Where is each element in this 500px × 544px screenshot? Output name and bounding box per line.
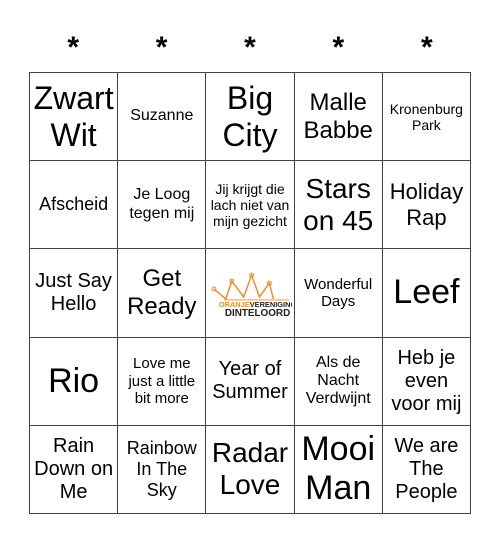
free-space-logo-cell[interactable]: ORANJEVERENIGING DINTELOORD xyxy=(206,249,295,338)
cell-label: Kronenburg Park xyxy=(389,100,463,133)
bingo-cell[interactable]: Je Loog tegen mij xyxy=(118,161,207,250)
bingo-cell[interactable]: We are The People xyxy=(382,425,471,514)
bingo-cell[interactable]: Als de Nacht Verdwijnt xyxy=(294,337,383,426)
bingo-cell[interactable]: Rain Down on Me xyxy=(30,425,119,514)
bingo-cell[interactable]: Wonderful Days xyxy=(294,249,383,338)
bingo-cell[interactable]: Year of Summer xyxy=(206,337,295,426)
logo-text-bottom: DINTELOORD xyxy=(225,308,290,317)
cell-label: Heb je even voor mij xyxy=(391,346,462,415)
cell-label: Mooi Man xyxy=(301,430,376,508)
bingo-cell[interactable]: Mooi Man xyxy=(294,425,383,514)
cell-label: Stars on 45 xyxy=(303,172,374,236)
bingo-card: Zwart Wit Suzanne Big City Malle Babbe Krone… xyxy=(29,72,471,514)
cell-label: Rainbow In The Sky xyxy=(126,438,197,500)
cell-label: Rio xyxy=(48,361,100,400)
bingo-cell[interactable]: Big City xyxy=(206,73,295,162)
cell-label: Zwart Wit xyxy=(33,79,114,153)
cell-label: Year of Summer xyxy=(212,358,288,404)
bingo-header: * * * * * xyxy=(29,28,471,68)
cell-label: Je Loog tegen mij xyxy=(129,186,195,222)
header-star: * xyxy=(155,31,168,64)
header-star: * xyxy=(332,31,345,64)
bingo-cell[interactable]: Kronenburg Park xyxy=(382,73,471,162)
bingo-cell[interactable]: Just Say Hello xyxy=(30,249,119,338)
header-star: * xyxy=(67,31,80,64)
bingo-cell[interactable]: Rainbow In The Sky xyxy=(118,425,207,514)
bingo-cell[interactable]: Radar Love xyxy=(206,425,295,514)
bingo-cell[interactable]: Zwart Wit xyxy=(30,73,119,162)
bingo-cell[interactable]: Holiday Rap xyxy=(382,161,471,250)
bingo-cell[interactable]: Heb je even voor mij xyxy=(382,337,471,426)
bingo-cell[interactable]: Jij krijgt die lach niet van mijn gezich… xyxy=(206,161,295,250)
bingo-cell[interactable]: Malle Babbe xyxy=(294,73,383,162)
cell-label: We are The People xyxy=(394,434,459,503)
cell-label: Suzanne xyxy=(130,107,194,125)
header-star: * xyxy=(244,31,256,64)
cell-label: Holiday Rap xyxy=(389,179,464,230)
bingo-cell[interactable]: Rio xyxy=(30,337,119,426)
cell-label: Just Say Hello xyxy=(35,269,112,315)
cell-label: Get Ready xyxy=(127,265,197,320)
cell-label: Love me just a little bit more xyxy=(128,355,196,407)
cell-label: Radar Love xyxy=(211,437,289,501)
cell-label: Wonderful Days xyxy=(304,275,373,310)
bingo-cell[interactable]: Leef xyxy=(382,249,471,338)
cell-label: Big City xyxy=(222,79,278,153)
cell-label: Afscheid xyxy=(39,194,109,215)
header-star: * xyxy=(420,31,433,64)
bingo-cell[interactable]: Get Ready xyxy=(118,249,207,338)
cell-label: Als de Nacht Verdwijnt xyxy=(305,353,371,408)
bingo-cell[interactable]: Stars on 45 xyxy=(294,161,383,250)
bingo-cell[interactable]: Love me just a little bit more xyxy=(118,337,207,426)
cell-label: Jij krijgt die lach niet van mijn gezich… xyxy=(210,180,290,229)
cell-label: Malle Babbe xyxy=(303,89,373,144)
cell-label: Leef xyxy=(393,273,460,312)
oranjevereniging-crown-logo-icon: ORANJEVERENIGING DINTELOORD xyxy=(211,272,292,317)
bingo-cell[interactable]: Suzanne xyxy=(118,73,207,162)
cell-label: Rain Down on Me xyxy=(34,434,114,503)
bingo-cell[interactable]: Afscheid xyxy=(30,161,119,250)
